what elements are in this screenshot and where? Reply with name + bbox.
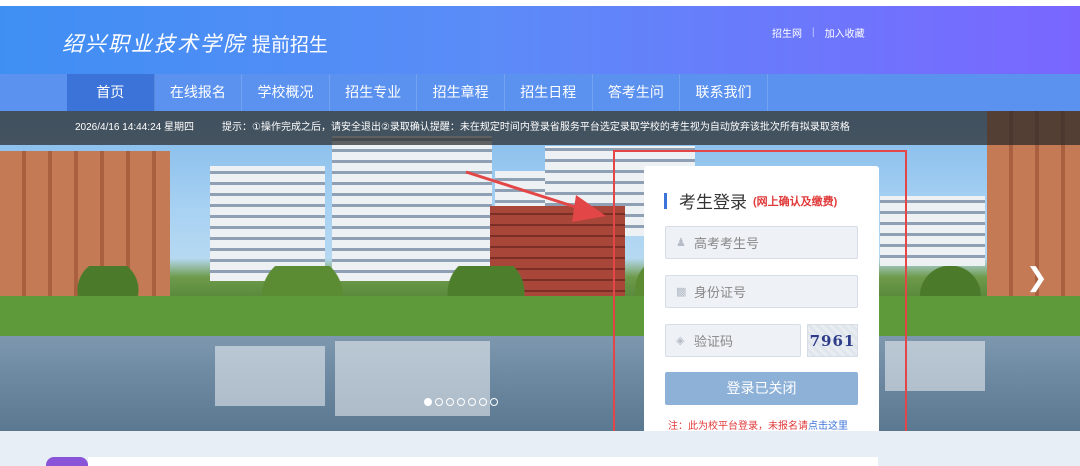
section-tab [46, 457, 88, 466]
annotation-highlight-box [613, 150, 907, 452]
section-panel [88, 457, 878, 466]
content-strip [0, 431, 1080, 466]
annotation-arrow-icon [465, 170, 606, 222]
